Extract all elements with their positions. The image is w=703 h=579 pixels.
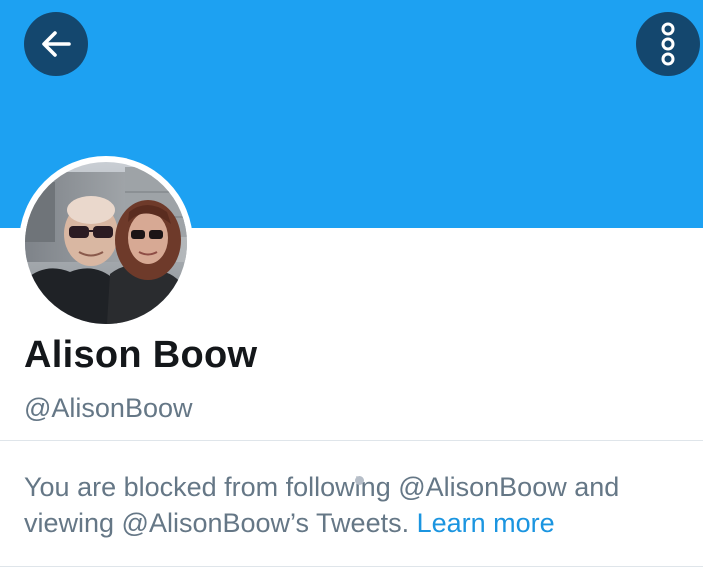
blocked-notice: You are blocked from following @AlisonBo… <box>24 469 684 541</box>
back-button[interactable] <box>24 12 88 76</box>
profile-page: Alison Boow @AlisonBoow You are blocked … <box>0 0 703 579</box>
arrow-left-icon <box>42 31 71 57</box>
avatar-frame[interactable] <box>19 156 193 330</box>
profile-name: Alison Boow <box>24 334 258 376</box>
divider <box>0 440 703 441</box>
more-options-button[interactable] <box>636 12 700 76</box>
avatar-photo <box>25 162 187 324</box>
profile-handle: @AlisonBoow <box>24 393 193 423</box>
more-vertical-icon <box>661 22 675 66</box>
avatar[interactable] <box>25 162 187 324</box>
divider <box>0 566 703 567</box>
touch-indicator <box>355 476 364 485</box>
learn-more-link[interactable]: Learn more <box>417 508 555 538</box>
